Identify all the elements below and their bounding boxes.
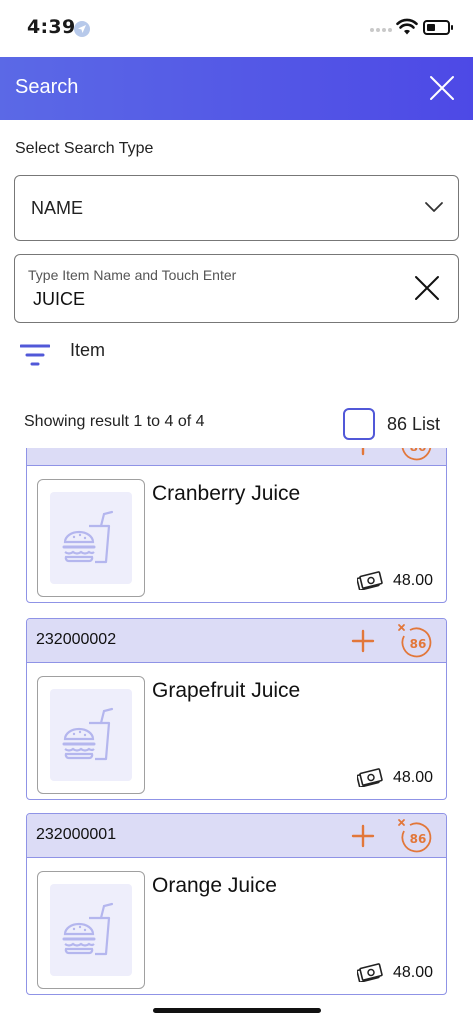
item-price: 48.00 <box>393 769 434 786</box>
item-price: 48.00 <box>393 572 434 589</box>
eighty-six-icon[interactable]: 86 <box>396 818 436 854</box>
search-input[interactable]: Type Item Name and Touch Enter JUICE <box>14 254 459 323</box>
location-arrow-icon <box>74 21 90 37</box>
item-card-header: 232000002 86 <box>27 619 446 663</box>
item-thumbnail <box>37 479 145 597</box>
item-code: 232000001 <box>36 826 117 843</box>
results-summary: Showing result 1 to 4 of 4 <box>24 413 205 430</box>
item-name: Orange Juice <box>152 874 277 897</box>
search-type-select[interactable]: NAME <box>14 175 459 241</box>
wifi-icon <box>396 18 418 35</box>
filter-icon[interactable] <box>20 343 50 367</box>
item-thumbnail <box>37 871 145 989</box>
filter-row[interactable]: Item <box>0 330 473 390</box>
search-header: Search <box>0 57 473 120</box>
search-type-label: Select Search Type <box>15 140 154 157</box>
item-code: 232000002 <box>36 631 117 648</box>
item-price: 48.00 <box>393 964 434 981</box>
list86-label[interactable]: 86 List <box>387 414 440 435</box>
item-card[interactable]: 232000003 86 <box>26 448 447 603</box>
item-thumbnail <box>37 676 145 794</box>
results-bar: Showing result 1 to 4 of 4 86 List <box>0 390 473 448</box>
money-icon <box>357 571 383 590</box>
food-drink-icon <box>62 902 114 956</box>
eighty-six-icon[interactable]: 86 <box>396 623 436 659</box>
svg-text:86: 86 <box>410 448 427 454</box>
add-icon[interactable] <box>351 629 375 653</box>
money-icon <box>357 963 383 982</box>
add-icon[interactable] <box>351 824 375 848</box>
search-type-value: NAME <box>31 198 84 218</box>
item-list[interactable]: 232000003 86 <box>0 448 473 1008</box>
item-code: 232000003 <box>36 448 116 452</box>
svg-text:86: 86 <box>410 637 427 651</box>
item-card-header: 232000001 86 <box>27 814 446 858</box>
item-card[interactable]: 232000002 86 Grapefruit Juice 48.00 <box>26 618 447 800</box>
battery-icon <box>423 20 453 35</box>
close-icon[interactable] <box>426 72 458 104</box>
add-icon[interactable] <box>351 448 375 456</box>
money-icon <box>357 768 383 787</box>
food-drink-icon <box>62 510 114 564</box>
status-time: 4:39 <box>27 16 76 38</box>
cellular-signal-icon <box>370 28 392 32</box>
svg-text:86: 86 <box>410 832 427 846</box>
list86-checkbox[interactable] <box>343 408 375 440</box>
search-input-label: Type Item Name and Touch Enter <box>28 267 237 283</box>
food-drink-icon <box>62 707 114 761</box>
status-bar: 4:39 <box>0 0 473 57</box>
search-input-value: JUICE <box>33 289 86 309</box>
item-card[interactable]: 232000001 86 Orange Juice 48.00 <box>26 813 447 995</box>
item-name: Grapefruit Juice <box>152 679 301 702</box>
clear-search-icon[interactable] <box>414 275 440 301</box>
filter-label: Item <box>70 340 106 360</box>
eighty-six-icon[interactable]: 86 <box>396 448 436 462</box>
item-name: Cranberry Juice <box>152 482 301 505</box>
chevron-down-icon <box>425 202 443 212</box>
page-title: Search <box>15 76 79 98</box>
home-indicator <box>153 1008 321 1013</box>
item-card-header: 232000003 86 <box>27 448 446 466</box>
